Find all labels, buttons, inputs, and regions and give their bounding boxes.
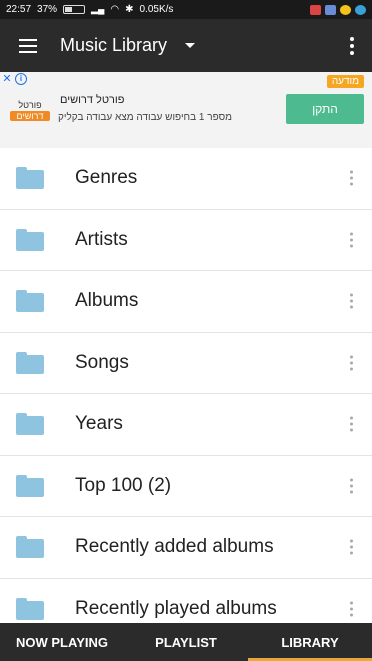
more-options-icon[interactable] [350,478,353,494]
list-item[interactable]: Top 100 (2) [0,456,372,517]
tab-now-playing[interactable]: NOW PLAYING [0,623,124,661]
tab-library[interactable]: LIBRARY [248,623,372,661]
more-options-icon[interactable] [350,36,354,55]
app-title[interactable]: Music Library [60,35,167,56]
more-options-icon[interactable] [350,170,353,186]
ad-logo: פורטל דרושים [10,100,50,132]
more-options-icon[interactable] [350,232,353,248]
close-icon[interactable]: ✕ [0,72,14,86]
list-item[interactable]: Artists [0,210,372,271]
folder-icon [16,351,44,374]
list-item-label: Artists [75,228,128,250]
ad-body: מספר 1 בחיפוש עבודה מצא עבודה בקליק [58,112,233,123]
app-notification-icon [355,4,366,15]
ad-badge: מודעה [326,75,364,88]
network-speed: 0.05K/s [139,4,174,15]
signal-icon: ▂▄ [91,4,105,14]
wifi-icon: ◠ [110,4,120,15]
list-item-label: Songs [75,351,129,373]
more-options-icon[interactable] [350,539,353,555]
folder-icon [16,167,44,190]
list-item-label: Top 100 (2) [75,474,172,496]
chevron-down-icon[interactable] [185,43,196,48]
folder-icon [16,597,44,620]
mail-notification-icon [310,4,321,15]
list-item[interactable]: Recently added albums [0,517,372,579]
info-icon[interactable]: i [15,73,27,85]
more-options-icon[interactable] [350,355,353,371]
status-bar: 22:57 37% ▂▄ ◠ ✱ 0.05K/s [0,0,372,19]
menu-icon[interactable] [6,19,50,72]
list-item[interactable]: Songs [0,333,372,394]
ad-banner[interactable]: ✕ i מודעה התקן פורטל דרושים מספר 1 בחיפו… [0,72,372,148]
library-list: Genres Artists Albums Songs Years Top 10… [0,148,372,640]
tab-playlist[interactable]: PLAYLIST [124,623,248,661]
status-time: 22:57 [6,4,32,15]
battery-icon [63,5,86,14]
list-item-label: Genres [75,167,138,189]
folder-icon [16,474,44,497]
ad-headline: פורטל דרושים [60,94,125,106]
list-item-label: Recently played albums [75,597,277,619]
bottom-tab-bar: NOW PLAYING PLAYLIST LIBRARY [0,623,372,661]
list-item-label: Years [75,413,123,435]
more-options-icon[interactable] [350,416,353,432]
more-options-icon[interactable] [350,601,353,617]
list-item-label: Recently added albums [75,536,274,558]
smiley-notification-icon [340,4,351,15]
folder-icon [16,536,44,559]
list-item-label: Albums [75,290,139,312]
folder-icon [16,228,44,251]
list-item[interactable]: Years [0,394,372,456]
list-item[interactable]: Genres [0,148,372,210]
app-bar: Music Library [0,19,372,72]
status-battery-percent: 37% [37,4,58,15]
folder-icon [16,413,44,436]
list-item[interactable]: Albums [0,271,372,333]
bluetooth-icon: ✱ [125,4,134,15]
gallery-notification-icon [325,4,336,15]
folder-icon [16,290,44,313]
more-options-icon[interactable] [350,293,353,309]
